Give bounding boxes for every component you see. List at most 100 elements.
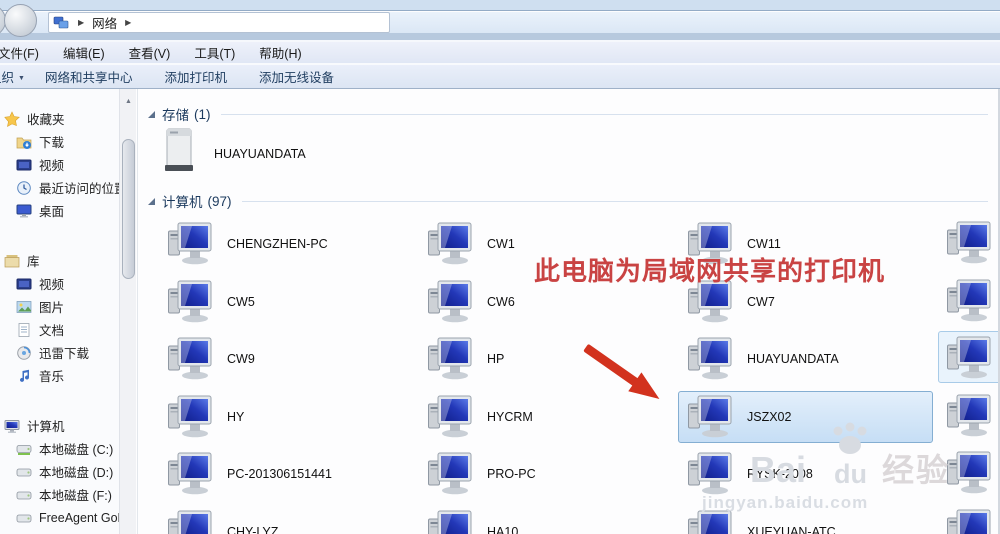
computer-icon — [167, 510, 213, 534]
computer-item[interactable]: PC-201306151441 — [158, 448, 413, 500]
computer-item[interactable] — [946, 509, 992, 534]
group-title: 计算机 — [162, 195, 203, 210]
computer-item[interactable] — [946, 279, 992, 323]
computer-item[interactable] — [946, 394, 992, 438]
items-view: 存储 (1) HUAYUANDATA 计算机 (97) CHENGZHEN-PC… — [137, 89, 1000, 534]
group-line — [220, 113, 988, 115]
computer-icon — [167, 280, 213, 324]
group-count: (1) — [194, 106, 211, 122]
computer-item[interactable]: CHENGZHEN-PC — [158, 218, 413, 270]
system-disk-icon — [16, 441, 32, 457]
annotation-arrow-icon — [583, 344, 660, 400]
toolbar-button[interactable]: 添加打印机 — [148, 67, 243, 86]
music-icon — [16, 368, 32, 384]
group-header-computers[interactable]: 计算机 (97) — [148, 193, 988, 210]
sidebar-section-2[interactable]: 计算机 — [0, 414, 119, 437]
sidebar-item[interactable]: 本地磁盘 (D:) — [0, 460, 119, 483]
toolbar-button[interactable]: 网络和共享中心 — [29, 67, 149, 86]
computer-icon — [687, 395, 733, 439]
toolbar-button[interactable]: 添加无线设备 — [243, 67, 350, 86]
sidebar-item[interactable]: 下载 — [0, 130, 119, 153]
scroll-up-icon[interactable]: ▲ — [121, 93, 136, 109]
command-toolbar: 组织▼ 网络和共享中心添加打印机添加无线设备 — [0, 65, 1000, 89]
scrollbar-thumb[interactable] — [122, 139, 135, 279]
computer-item[interactable]: HUAYUANDATA — [678, 333, 933, 385]
menu-item[interactable]: 文件(F) — [0, 43, 51, 62]
computer-icon — [427, 337, 473, 381]
explorer-window: ▶ 网络 ▶ 文件(F)编辑(E)查看(V)工具(T)帮助(H) 组织▼ 网络和… — [0, 0, 1000, 534]
storage-icon — [162, 127, 198, 180]
video-icon — [16, 157, 32, 173]
computer-icon — [427, 222, 473, 266]
sidebar-item[interactable]: 图片 — [0, 295, 119, 318]
forward-button[interactable] — [4, 4, 37, 37]
computer-item[interactable]: HA10 — [418, 506, 673, 534]
computer-icon — [167, 337, 213, 381]
disk-icon — [16, 464, 32, 480]
breadcrumb-arrow-icon: ▶ — [78, 18, 85, 27]
computer-item[interactable]: XUEYUAN-ATC — [678, 506, 933, 534]
address-bar[interactable]: ▶ 网络 ▶ — [48, 12, 390, 33]
computer-item[interactable] — [946, 221, 992, 265]
pictures-icon — [16, 299, 32, 315]
sidebar-item[interactable]: FreeAgent GoFl — [0, 506, 119, 529]
sidebar-section-0[interactable]: 收藏夹 — [0, 107, 119, 130]
window-body: 收藏夹 下载 视频 最近访问的位置 桌面 库 视频 图片 文档 迅雷下载 音乐 … — [0, 89, 1000, 534]
computer-item[interactable] — [946, 336, 992, 380]
menu-item[interactable]: 查看(V) — [117, 43, 183, 62]
thunder-icon — [16, 345, 32, 361]
computer-icon — [427, 510, 473, 534]
sidebar-item[interactable]: 视频 — [0, 272, 119, 295]
computer-icon — [687, 452, 733, 496]
computer-icon — [687, 337, 733, 381]
download-icon — [16, 134, 32, 150]
library-icon — [4, 253, 20, 269]
toolbar-buttons: 网络和共享中心 添加打印机 添加无线设备 — [29, 67, 350, 86]
sidebar-item[interactable]: 迅雷下载 — [0, 341, 119, 364]
group-header-storage[interactable]: 存储 (1) — [148, 106, 988, 123]
chevron-down-icon: ▼ — [18, 75, 25, 82]
computer-item[interactable]: JSZX02 — [678, 390, 933, 443]
menu-item[interactable]: 编辑(E) — [51, 43, 117, 62]
menu-item[interactable]: 工具(T) — [182, 43, 247, 62]
network-icon — [53, 15, 69, 31]
organize-button[interactable]: 组织▼ — [0, 67, 29, 86]
computer-icon — [167, 395, 213, 439]
sidebar-item[interactable]: 桌面 — [0, 199, 119, 222]
documents-icon — [16, 322, 32, 338]
sidebar-item[interactable]: 本地磁盘 (C:) — [0, 437, 119, 460]
computer-item[interactable]: HY — [158, 391, 413, 443]
computer-item[interactable]: CW5 — [158, 276, 413, 328]
navigation-pane: 收藏夹 下载 视频 最近访问的位置 桌面 库 视频 图片 文档 迅雷下载 音乐 … — [0, 89, 119, 534]
computer-item[interactable]: CW9 — [158, 333, 413, 385]
menu-item[interactable]: 帮助(H) — [247, 43, 313, 62]
annotation-text: 此电脑为局域网共享的打印机 — [534, 256, 886, 286]
recent-places-icon — [16, 180, 32, 196]
computer-icon — [427, 452, 473, 496]
sidebar-item[interactable]: 最近访问的位置 — [0, 176, 119, 199]
computer-item[interactable] — [946, 451, 992, 495]
computer-item[interactable]: RYSK-2008 — [678, 448, 933, 500]
computer-item[interactable]: PRO-PC — [418, 448, 673, 500]
group-title: 存储 — [162, 108, 189, 123]
breadcrumb-arrow-icon: ▶ — [125, 18, 132, 27]
menu-bar: 文件(F) 编辑(E) 查看(V) 工具(T) 帮助(H) — [0, 42, 1000, 63]
computer-item[interactable]: CHY-LYZ — [158, 506, 413, 534]
sidebar-item[interactable]: 音乐 — [0, 364, 119, 387]
breadcrumb[interactable]: 网络 — [86, 13, 123, 32]
storage-item[interactable]: HUAYUANDATA — [162, 127, 306, 180]
window-top-edge — [0, 0, 1000, 11]
video-icon — [16, 276, 32, 292]
group-line — [241, 200, 988, 202]
group-count: (97) — [207, 193, 232, 209]
collapse-triangle-icon — [148, 110, 155, 118]
sidebar-item[interactable]: 文档 — [0, 318, 119, 341]
sidebar-scrollbar[interactable]: ▲ — [119, 89, 136, 534]
chrome-band — [0, 33, 1000, 40]
sidebar-item[interactable]: 本地磁盘 (F:) — [0, 483, 119, 506]
sidebar-section-1[interactable]: 库 — [0, 249, 119, 272]
computer-icon — [4, 418, 20, 434]
computer-icon — [427, 280, 473, 324]
sidebar-item[interactable]: 视频 — [0, 153, 119, 176]
